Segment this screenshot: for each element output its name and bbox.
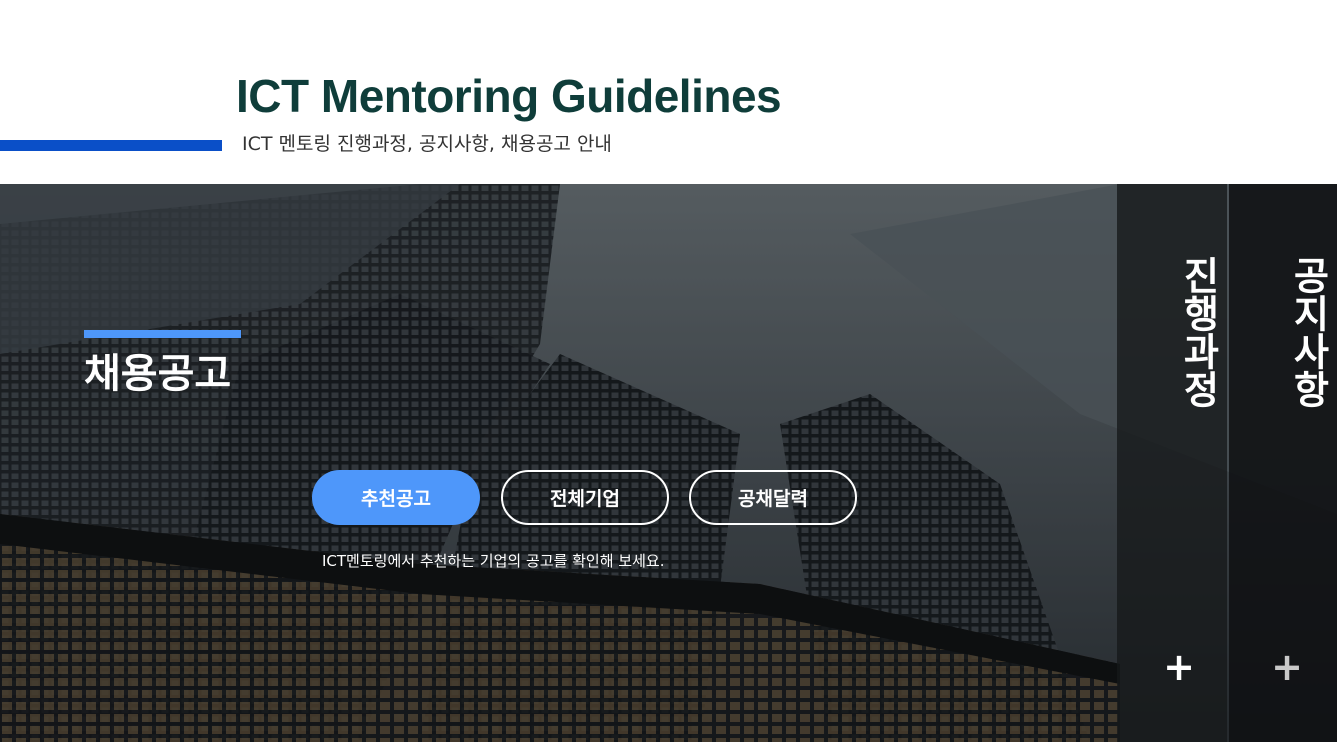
plus-icon[interactable]: + [1159,647,1199,687]
section-title-bar [84,330,241,338]
page-subtitle: ICT 멘토링 진행과정, 공지사항, 채용공고 안내 [242,133,612,155]
page-title: ICT Mentoring Guidelines [236,70,782,122]
recommended-jobs-button[interactable]: 추천공고 [312,470,480,525]
page-header: ICT Mentoring Guidelines ICT 멘토링 진행과정, 공… [0,0,1337,184]
hero-banner: 채용공고 추천공고 전체기업 공채달력 ICT멘토링에서 추천하는 기업의 공고… [0,184,1337,742]
hero-description: ICT멘토링에서 추천하는 기업의 공고를 확인해 보세요. [322,552,665,570]
side-panel-notices[interactable]: 공지사항 + [1229,184,1337,742]
all-companies-button[interactable]: 전체기업 [501,470,669,525]
side-panel-notices-label: 공지사항 [1286,256,1330,408]
plus-icon[interactable]: + [1267,647,1307,687]
title-accent-line [0,140,222,151]
recruitment-calendar-button[interactable]: 공채달력 [689,470,857,525]
side-panel-progress-label: 진행과정 [1176,256,1220,408]
section-title: 채용공고 [84,351,232,397]
side-panel-progress[interactable]: 진행과정 + [1117,184,1227,742]
